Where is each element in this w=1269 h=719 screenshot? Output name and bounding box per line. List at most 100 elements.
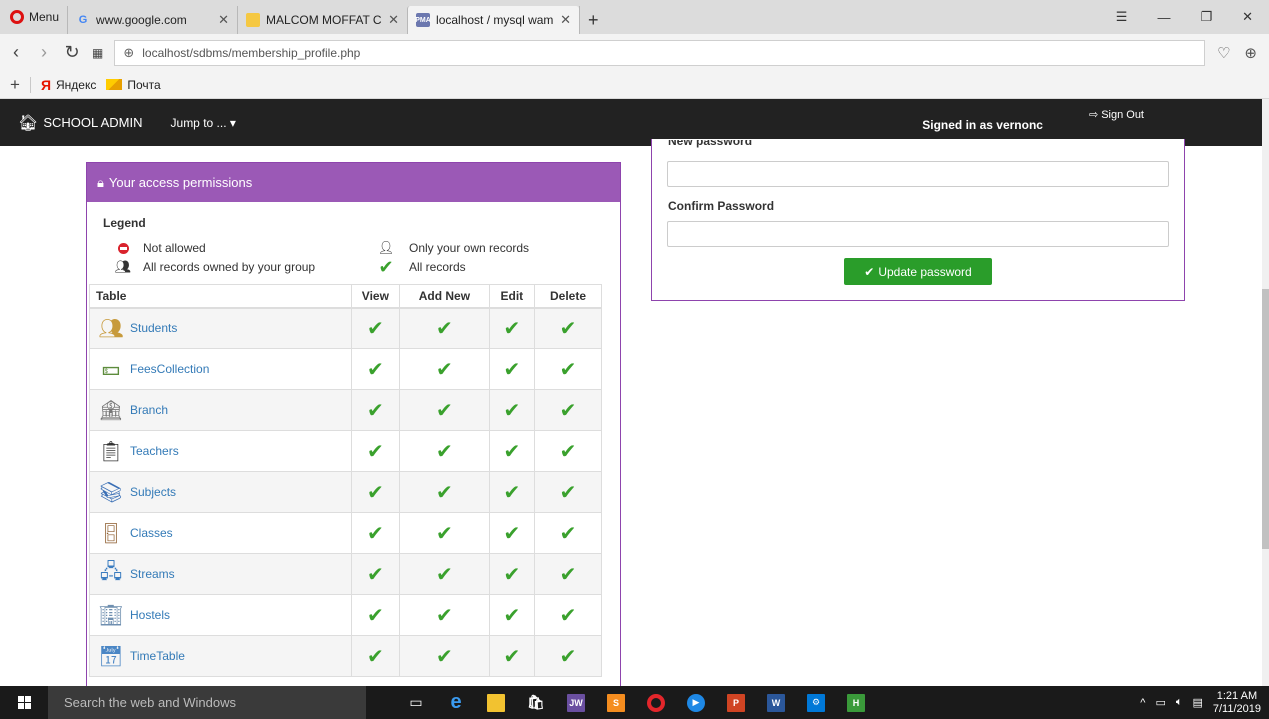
permission-view-cell: ✔ — [350, 389, 401, 431]
bookmark-yandex[interactable]: Я Яндекс — [41, 77, 96, 93]
confirm-password-input[interactable] — [667, 221, 1169, 247]
permission-delete-cell: ✔ — [534, 594, 602, 636]
table-link[interactable]: Streams — [130, 567, 175, 581]
tab-menu-icon[interactable]: ☰ — [1116, 9, 1128, 25]
menu-label: Menu — [29, 10, 60, 24]
media-player-icon[interactable]: ▶ — [676, 686, 716, 719]
permission-delete-cell: ✔ — [534, 389, 602, 431]
task-view-icon[interactable]: ▭ — [396, 686, 436, 719]
table-link[interactable]: Subjects — [130, 485, 176, 499]
scrollbar-thumb[interactable] — [1262, 289, 1269, 549]
permissions-panel: 🔒︎ Your access permissions Legend Not al… — [86, 162, 621, 686]
minimize-icon[interactable]: — — [1157, 10, 1170, 25]
download-icon[interactable]: ⊕ — [1244, 44, 1257, 62]
checkmark-icon: ✔ — [366, 481, 384, 504]
checkmark-icon: ✔ — [366, 604, 384, 627]
volume-icon[interactable]: 🔈︎ — [1176, 696, 1183, 709]
table-link[interactable]: Hostels — [130, 608, 170, 622]
permission-delete-cell: ✔ — [534, 471, 602, 513]
url-field[interactable]: ⊕ localhost/sdbms/membership_profile.php — [114, 39, 1205, 66]
table-link[interactable]: FeesCollection — [130, 362, 209, 376]
checkmark-icon: ✔ — [503, 563, 521, 586]
clock[interactable]: 1:21 AM 7/11/2019 — [1213, 690, 1261, 716]
checkmark-icon: ✔ — [435, 399, 453, 422]
close-tab-icon[interactable]: ✕ — [218, 12, 229, 28]
table-name-cell: 📅︎ TimeTable — [89, 635, 352, 677]
update-password-button[interactable]: ✔ Update password — [844, 258, 992, 285]
students-icon: 👥︎ — [98, 317, 124, 340]
start-button[interactable] — [0, 686, 48, 719]
taskbar-search[interactable]: Search the web and Windows — [48, 686, 366, 719]
table-name-cell: 👥︎ Students — [89, 307, 352, 349]
forward-icon[interactable]: › — [36, 42, 52, 63]
page-scrollbar[interactable] — [1262, 99, 1269, 686]
new-tab-button[interactable]: + — [579, 6, 607, 34]
h-app-icon[interactable]: H — [836, 686, 876, 719]
signed-in-text: Signed in as vernonc — [922, 118, 1043, 132]
table-link[interactable]: Classes — [130, 526, 173, 540]
sign-out-link[interactable]: ⇨ Sign Out — [1088, 108, 1144, 122]
permissions-table: Table View Add New Edit Delete 👥︎ Student… — [89, 284, 602, 677]
document-icon — [246, 13, 261, 27]
browser-tab-strip: Menu G www.google.com ✕ MALCOM MOFFAT CO… — [0, 0, 1269, 34]
opera-taskbar-icon[interactable] — [636, 686, 676, 719]
new-password-input[interactable] — [667, 161, 1169, 187]
edge-icon[interactable]: e — [436, 686, 476, 719]
word-icon[interactable]: W — [756, 686, 796, 719]
bookmark-label: Почта — [127, 77, 161, 92]
change-password-panel: New password Confirm Password ✔ Update p… — [651, 139, 1185, 301]
network-icon[interactable]: ▭ — [1155, 696, 1165, 709]
sign-out-icon: ⇨ — [1088, 109, 1099, 121]
url-text: localhost/sdbms/membership_profile.php — [142, 45, 361, 60]
bookmarks-bar: + Я Яндекс Почта — [0, 71, 1269, 99]
speed-dial-icon[interactable]: ▦ — [92, 46, 103, 60]
permission-delete-cell: ✔ — [534, 348, 602, 390]
permission-add-cell: ✔ — [399, 471, 490, 513]
tab-phpmyadmin[interactable]: PMA localhost / mysql wampser ✕ — [407, 6, 580, 34]
checkmark-icon: ✔ — [435, 481, 453, 504]
settings-icon[interactable]: ⚙ — [796, 686, 836, 719]
sublime-icon[interactable]: S — [596, 686, 636, 719]
table-link[interactable]: Students — [130, 321, 177, 335]
table-link[interactable]: Teachers — [130, 444, 179, 458]
file-explorer-icon[interactable] — [476, 686, 516, 719]
close-tab-icon[interactable]: ✕ — [560, 12, 571, 28]
heart-icon[interactable]: ♡ — [1217, 44, 1230, 62]
checkmark-icon: ✔ — [366, 563, 384, 586]
divider — [29, 76, 31, 93]
opera-logo-icon — [10, 10, 24, 24]
checkmark-icon: ✔ — [559, 522, 577, 545]
table-link[interactable]: TimeTable — [130, 649, 185, 663]
add-bookmark-icon[interactable]: + — [10, 75, 20, 95]
powerpoint-icon[interactable]: P — [716, 686, 756, 719]
new-password-label: New password — [668, 140, 753, 148]
brand-link[interactable]: 🏠︎ SCHOOL ADMIN — [18, 113, 143, 133]
table-header-row: Table View Add New Edit Delete — [89, 284, 602, 309]
back-icon[interactable]: ‹ — [8, 42, 24, 63]
notifications-icon[interactable]: ▤ — [1192, 696, 1202, 709]
table-link[interactable]: Branch — [130, 403, 168, 417]
jump-to-dropdown[interactable]: Jump to ... ▾ — [171, 116, 236, 130]
bookmark-label: Яндекс — [56, 77, 97, 92]
chevron-up-icon[interactable]: ^ — [1140, 697, 1145, 709]
permission-delete-cell: ✔ — [534, 430, 602, 472]
yandex-icon: Я — [40, 76, 51, 93]
close-tab-icon[interactable]: ✕ — [388, 12, 399, 28]
table-row: 📅︎ TimeTable ✔ ✔ ✔ ✔ — [89, 635, 602, 677]
tab-college[interactable]: MALCOM MOFFAT COLLEG ✕ — [237, 6, 407, 34]
opera-menu-button[interactable]: Menu — [0, 0, 67, 34]
store-icon[interactable]: 🛍︎ — [516, 686, 556, 719]
checkmark-icon: ✔ — [435, 522, 453, 545]
permission-edit-cell: ✔ — [488, 471, 536, 513]
address-bar-row: ‹ › ↻ ▦ ⊕ localhost/sdbms/membership_pro… — [0, 34, 1269, 71]
reload-icon[interactable]: ↻ — [64, 42, 80, 63]
bookmark-pochta[interactable]: Почта — [106, 77, 161, 92]
restore-icon[interactable]: ❐ — [1200, 9, 1212, 25]
close-window-icon[interactable]: ✕ — [1242, 9, 1253, 25]
jw-app-icon[interactable]: JW — [556, 686, 596, 719]
checkmark-icon: ✔ — [503, 358, 521, 381]
permission-delete-cell: ✔ — [534, 635, 602, 677]
hierarchy-icon: 🖧 — [99, 561, 123, 583]
table-row: 👥︎ Students ✔ ✔ ✔ ✔ — [89, 307, 602, 349]
tab-google[interactable]: G www.google.com ✕ — [67, 6, 237, 34]
